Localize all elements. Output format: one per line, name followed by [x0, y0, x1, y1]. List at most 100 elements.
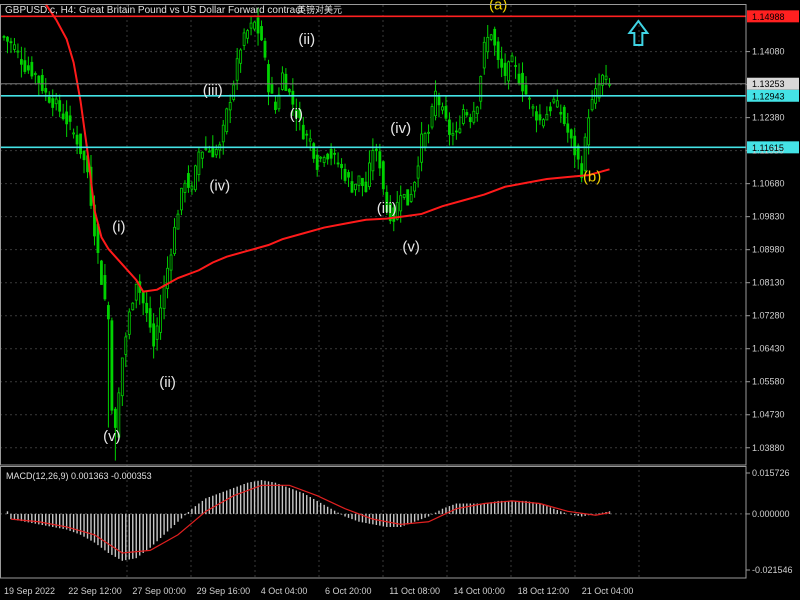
wave-label: (i) — [112, 218, 125, 235]
candle-body — [482, 41, 486, 69]
price-axis-label: 1.04730 — [752, 410, 785, 420]
candle-body — [524, 84, 528, 95]
candle-body — [180, 187, 183, 211]
candle-body — [37, 75, 41, 84]
price-axis-label: 1.03880 — [752, 443, 785, 453]
candle-body — [148, 308, 152, 328]
candle-body — [402, 193, 406, 198]
candle-body — [326, 153, 330, 160]
candle-body — [587, 117, 591, 146]
candle-body — [319, 156, 323, 159]
candle-body — [155, 325, 159, 340]
candle-body — [166, 267, 169, 289]
candle-body — [134, 283, 138, 301]
macd-axis-label: 0.000000 — [752, 509, 790, 519]
candle-body — [280, 72, 284, 90]
wave-label: (iii) — [377, 200, 397, 217]
candle-body — [336, 162, 340, 165]
candle-body — [141, 292, 145, 304]
time-axis-label: 19 Sep 2022 — [4, 586, 55, 596]
candle-body — [274, 101, 277, 110]
candle-body — [545, 113, 549, 121]
candle-body — [552, 98, 556, 103]
candle-body — [82, 150, 86, 161]
candle-body — [364, 181, 368, 193]
candle-body — [75, 134, 79, 145]
time-axis-label: 21 Oct 04:00 — [582, 586, 634, 596]
price-axis-label: 1.05580 — [752, 377, 785, 387]
candle-body — [127, 311, 131, 335]
candle-body — [54, 98, 58, 105]
candle-body — [434, 90, 437, 117]
candle-body — [228, 102, 232, 111]
candle-body — [343, 168, 347, 181]
chart-description: Great Britain Pound vs US Dollar Forward… — [79, 5, 303, 16]
candle-body — [420, 133, 424, 163]
candle-body — [287, 88, 291, 93]
candle-body — [528, 97, 531, 100]
candle-body — [65, 111, 69, 125]
candle-body — [510, 55, 514, 63]
candle-body — [9, 41, 13, 44]
candle-body — [493, 28, 497, 46]
candle-body — [169, 254, 173, 271]
candle-body — [58, 100, 62, 112]
candle-body — [521, 72, 524, 92]
candles — [2, 7, 611, 461]
candle-body — [131, 302, 135, 311]
candle-body — [437, 96, 441, 106]
candle-body — [23, 60, 27, 72]
price-axis-label: 1.10680 — [752, 179, 785, 189]
candle-body — [176, 213, 180, 230]
macd-axis-label: 0.015726 — [752, 468, 790, 478]
candle-body — [162, 285, 166, 310]
candle-body — [26, 65, 30, 71]
wave-label: (iii) — [203, 82, 223, 99]
candle-body — [277, 94, 281, 110]
candle-body — [559, 111, 563, 115]
candle-body — [207, 150, 211, 153]
candle-body — [193, 165, 197, 191]
candle-body — [72, 132, 75, 135]
level-price-text: 1.12943 — [752, 91, 785, 101]
candle-body — [301, 124, 305, 140]
level-price-text: 1.14988 — [752, 12, 785, 22]
candle-body — [200, 151, 204, 159]
candle-body — [496, 41, 500, 60]
candle-body — [183, 182, 187, 193]
candle-body — [204, 148, 208, 150]
candle-body — [538, 114, 542, 121]
candle-body — [173, 226, 176, 255]
candle-body — [68, 115, 72, 122]
candle-body — [2, 36, 6, 38]
current-price-text: 1.13253 — [752, 79, 785, 89]
candle-body — [79, 133, 82, 155]
candle-body — [461, 109, 465, 124]
candle-body — [542, 119, 545, 127]
candle-body — [329, 149, 333, 159]
candle-body — [573, 135, 577, 156]
candle-body — [120, 357, 124, 397]
candle-body — [347, 172, 350, 178]
candle-body — [451, 133, 455, 136]
candle-body — [472, 110, 476, 123]
candle-body — [253, 21, 256, 30]
candle-body — [312, 143, 316, 159]
wave-label: (a) — [489, 0, 507, 14]
candle-body — [486, 36, 490, 53]
candle-body — [113, 408, 117, 428]
price-axis-label: 1.12380 — [752, 113, 785, 123]
wave-label: (v) — [402, 239, 420, 256]
candle-body — [30, 61, 34, 77]
candle-body — [225, 108, 229, 133]
candle-body — [361, 177, 364, 186]
candle-body — [235, 58, 239, 81]
grid-lines — [0, 5, 750, 578]
candle-body — [406, 189, 410, 206]
chart-description-extra: 英镑对美元 — [297, 4, 342, 15]
candle-body — [548, 106, 552, 112]
candle-body — [214, 148, 218, 156]
candle-body — [458, 128, 462, 133]
time-axis-label: 27 Sep 00:00 — [132, 586, 186, 596]
candle-body — [517, 73, 521, 84]
